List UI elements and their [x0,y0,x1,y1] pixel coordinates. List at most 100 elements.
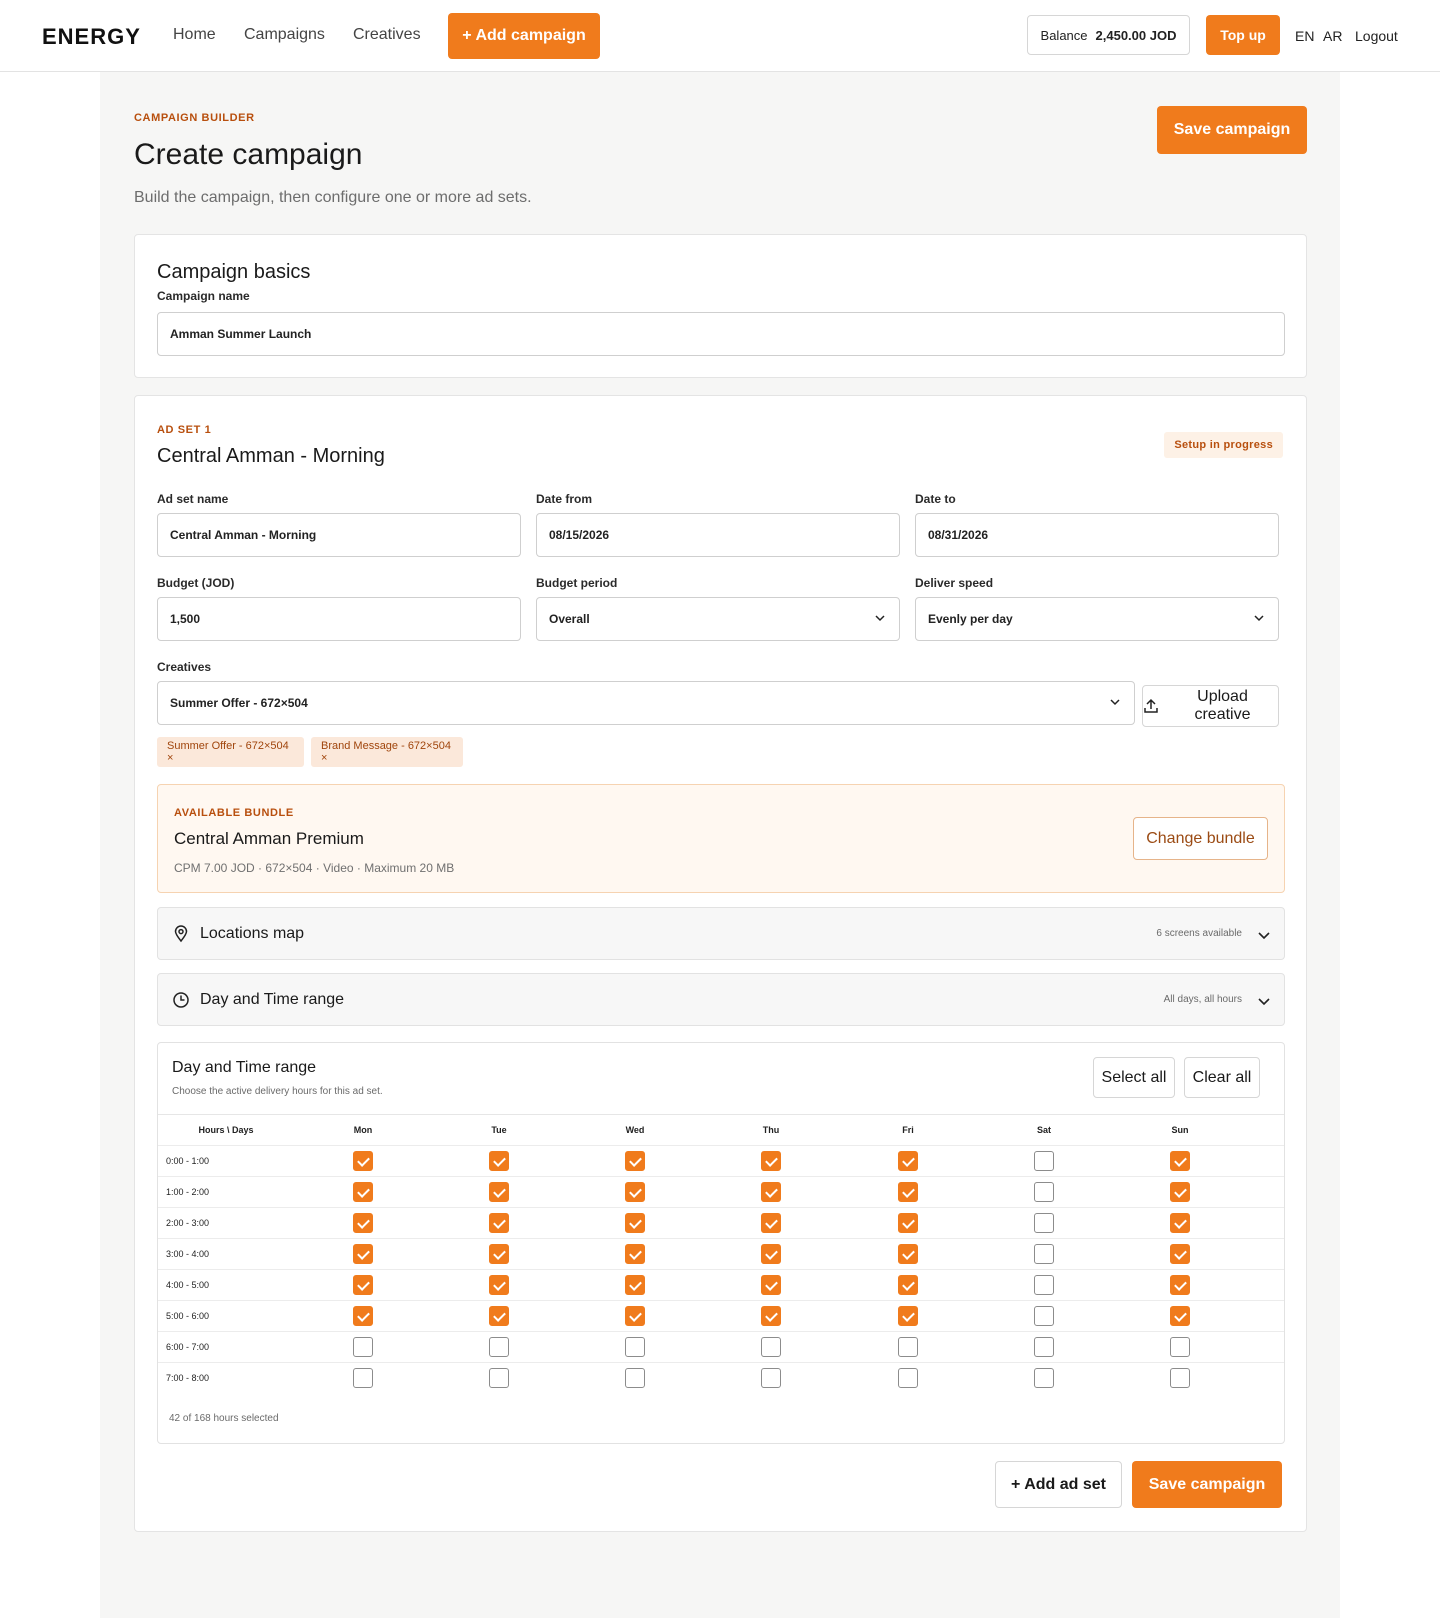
creatives-select[interactable]: Summer Offer - 672×504 [157,681,1135,725]
hour-checkbox-fri-0[interactable] [898,1151,918,1171]
lang-en-toggle[interactable]: EN [1295,28,1314,44]
hour-checkbox-mon-2[interactable] [353,1213,373,1233]
hour-checkbox-wed-1[interactable] [625,1182,645,1202]
hour-checkbox-fri-7[interactable] [898,1368,918,1388]
day-header-sat: Sat [1036,1125,1052,1135]
hour-row-label: 4:00 - 5:00 [166,1280,210,1290]
hour-checkbox-sun-1[interactable] [1170,1182,1190,1202]
campaign-basics-card: Campaign basics Campaign name Amman Summ… [134,234,1307,378]
schedule-divider [158,1114,1284,1115]
balance-display: Balance 2,450.00 JOD [1027,15,1190,55]
bundle-name: Central Amman Premium [174,829,364,848]
top-nav: ENERGY Home Campaigns Creatives + Add ca… [0,0,1440,72]
hour-checkbox-thu-1[interactable] [761,1182,781,1202]
clear-all-button[interactable]: Clear all [1184,1057,1260,1098]
hour-checkbox-mon-5[interactable] [353,1306,373,1326]
hour-checkbox-fri-2[interactable] [898,1213,918,1233]
ad-set-name-label: Ad set name [157,492,229,506]
hour-checkbox-sat-2[interactable] [1034,1213,1054,1233]
lang-ar-toggle[interactable]: AR [1323,28,1342,44]
hour-checkbox-fri-1[interactable] [898,1182,918,1202]
nav-link-home[interactable]: Home [173,26,216,44]
hour-checkbox-wed-4[interactable] [625,1275,645,1295]
upload-creative-button[interactable]: Upload creative [1142,685,1279,727]
hour-checkbox-sun-0[interactable] [1170,1151,1190,1171]
campaign-name-input[interactable]: Amman Summer Launch [157,312,1285,356]
hour-checkbox-fri-4[interactable] [898,1275,918,1295]
hour-checkbox-wed-3[interactable] [625,1244,645,1264]
hour-checkbox-sun-5[interactable] [1170,1306,1190,1326]
hour-checkbox-tue-6[interactable] [489,1337,509,1357]
hour-checkbox-tue-5[interactable] [489,1306,509,1326]
hour-checkbox-mon-0[interactable] [353,1151,373,1171]
page-eyebrow: CAMPAIGN BUILDER [134,112,255,124]
hour-checkbox-thu-0[interactable] [761,1151,781,1171]
hour-checkbox-sat-5[interactable] [1034,1306,1054,1326]
hour-checkbox-tue-2[interactable] [489,1213,509,1233]
hour-checkbox-thu-3[interactable] [761,1244,781,1264]
nav-link-campaigns[interactable]: Campaigns [244,26,325,44]
locations-map-accordion[interactable]: Locations map 6 screens available [157,907,1285,960]
hour-checkbox-sat-3[interactable] [1034,1244,1054,1264]
hour-checkbox-thu-5[interactable] [761,1306,781,1326]
select-all-button[interactable]: Select all [1093,1057,1175,1098]
date-from-input[interactable]: 08/15/2026 [536,513,900,557]
hour-checkbox-thu-4[interactable] [761,1275,781,1295]
hour-checkbox-sat-6[interactable] [1034,1337,1054,1357]
hour-checkbox-sun-2[interactable] [1170,1213,1190,1233]
hour-checkbox-mon-4[interactable] [353,1275,373,1295]
logout-link[interactable]: Logout [1355,28,1398,44]
date-from-label: Date from [536,492,593,506]
hour-checkbox-tue-4[interactable] [489,1275,509,1295]
ad-set-name-input[interactable]: Central Amman - Morning [157,513,521,557]
hour-checkbox-mon-3[interactable] [353,1244,373,1264]
row-divider [158,1300,1284,1301]
hour-checkbox-fri-3[interactable] [898,1244,918,1264]
hour-checkbox-tue-3[interactable] [489,1244,509,1264]
hour-checkbox-wed-2[interactable] [625,1213,645,1233]
change-bundle-button[interactable]: Change bundle [1133,817,1268,860]
hour-checkbox-sun-7[interactable] [1170,1368,1190,1388]
hour-checkbox-wed-5[interactable] [625,1306,645,1326]
hour-checkbox-tue-0[interactable] [489,1151,509,1171]
hour-checkbox-thu-7[interactable] [761,1368,781,1388]
date-to-input[interactable]: 08/31/2026 [915,513,1279,557]
hour-row-label: 1:00 - 2:00 [166,1187,210,1197]
creative-chip[interactable]: Brand Message - 672×504 × [311,737,463,767]
add-campaign-button[interactable]: + Add campaign [448,13,600,59]
hour-checkbox-thu-2[interactable] [761,1213,781,1233]
page-title: Create campaign [134,138,363,171]
hour-checkbox-fri-5[interactable] [898,1306,918,1326]
hour-checkbox-thu-6[interactable] [761,1337,781,1357]
day-time-accordion[interactable]: Day and Time range All days, all hours [157,973,1285,1026]
date-to-label: Date to [915,492,956,506]
hour-checkbox-sat-7[interactable] [1034,1368,1054,1388]
hour-checkbox-fri-6[interactable] [898,1337,918,1357]
hour-checkbox-mon-7[interactable] [353,1368,373,1388]
top-up-button[interactable]: Top up [1206,15,1280,55]
add-ad-set-button[interactable]: + Add ad set [995,1461,1122,1508]
hour-checkbox-mon-1[interactable] [353,1182,373,1202]
chevron-down-icon [1258,932,1270,940]
budget-period-select[interactable]: Overall [536,597,900,641]
creative-chip[interactable]: Summer Offer - 672×504 × [157,737,304,767]
hour-checkbox-tue-7[interactable] [489,1368,509,1388]
hour-checkbox-tue-1[interactable] [489,1182,509,1202]
save-campaign-button-bottom[interactable]: Save campaign [1132,1461,1282,1508]
hour-checkbox-wed-6[interactable] [625,1337,645,1357]
row-divider [158,1145,1284,1146]
hour-checkbox-wed-0[interactable] [625,1151,645,1171]
deliver-speed-select[interactable]: Evenly per day [915,597,1279,641]
save-campaign-button-top[interactable]: Save campaign [1157,106,1307,154]
hour-checkbox-wed-7[interactable] [625,1368,645,1388]
hour-checkbox-sun-3[interactable] [1170,1244,1190,1264]
brand-logo[interactable]: ENERGY [42,24,141,50]
hour-checkbox-sat-0[interactable] [1034,1151,1054,1171]
hour-checkbox-sun-4[interactable] [1170,1275,1190,1295]
nav-link-creatives[interactable]: Creatives [353,26,421,44]
hour-checkbox-sat-1[interactable] [1034,1182,1054,1202]
hour-checkbox-sat-4[interactable] [1034,1275,1054,1295]
hour-checkbox-mon-6[interactable] [353,1337,373,1357]
hour-checkbox-sun-6[interactable] [1170,1337,1190,1357]
budget-input[interactable]: 1,500 [157,597,521,641]
